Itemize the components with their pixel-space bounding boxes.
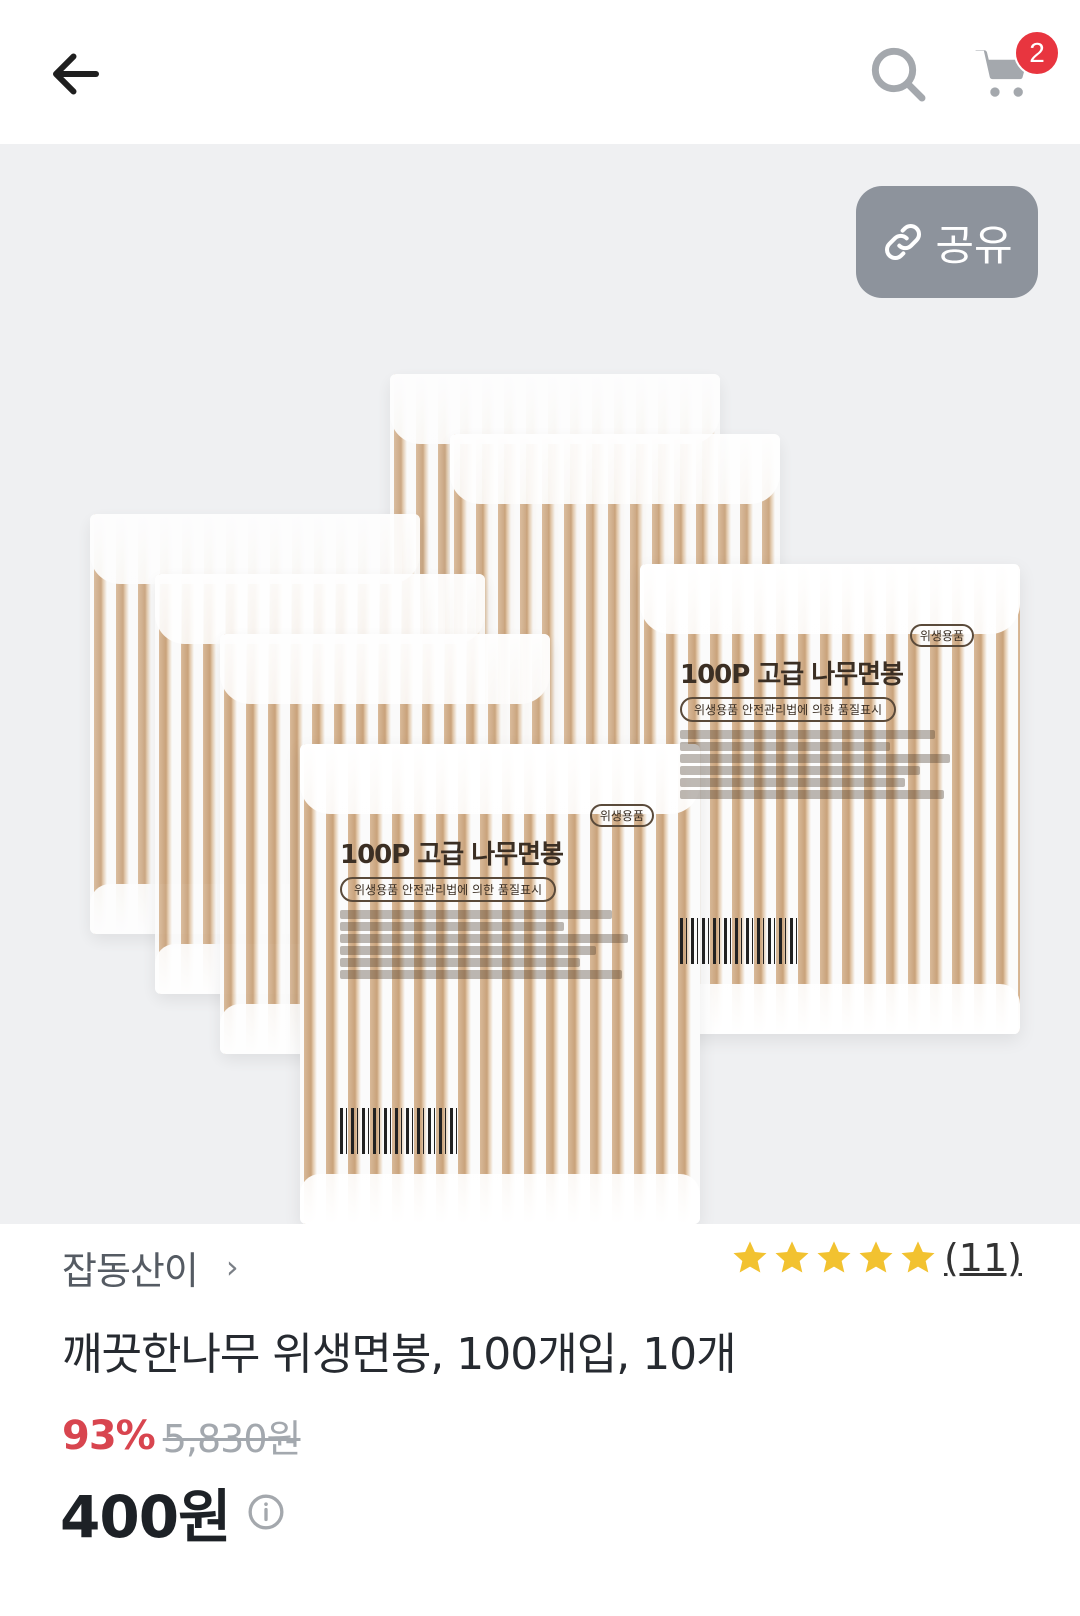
- pack-tag: 위생용품: [589, 804, 654, 827]
- final-price-row: 400원: [60, 1470, 286, 1554]
- top-bar: 2: [0, 0, 1080, 144]
- search-button[interactable]: [858, 34, 938, 114]
- pack-label: 위생용품 100P 고급 나무면봉 위생용품 안전관리법에 의한 품질표시: [340, 804, 660, 1154]
- pack-subtitle: 위생용품 안전관리법에 의한 품질표시: [680, 697, 897, 722]
- chevron-right-icon[interactable]: ›: [226, 1248, 239, 1286]
- star-icon: [901, 1241, 935, 1273]
- barcode: [340, 1108, 460, 1154]
- cart-count-badge: 2: [1014, 30, 1060, 76]
- link-icon: [885, 224, 922, 260]
- back-button[interactable]: [36, 34, 116, 114]
- pack-tag: 위생용품: [909, 624, 974, 647]
- seller-row: 잡동산이 › (11): [62, 1232, 1022, 1302]
- product-image[interactable]: 위생용품 100P 고급 나무면봉 위생용품 안전관리법에 의한 품질표시 위생…: [0, 144, 1080, 1224]
- star-icon: [859, 1241, 893, 1273]
- original-price: 5,830원: [162, 1417, 302, 1461]
- sale-price: 400원: [60, 1483, 231, 1551]
- share-button[interactable]: 공유: [856, 186, 1038, 298]
- pack-label: 위생용품 100P 고급 나무면봉 위생용품 안전관리법에 의한 품질표시: [680, 624, 980, 964]
- star-icon: [775, 1241, 809, 1273]
- pack-subtitle: 위생용품 안전관리법에 의한 품질표시: [340, 877, 557, 902]
- swab-pack: 위생용품 100P 고급 나무면봉 위생용품 안전관리법에 의한 품질표시: [300, 744, 700, 1224]
- star-icon: [817, 1241, 851, 1273]
- info-icon[interactable]: [246, 1492, 286, 1532]
- swab-pack: 위생용품 100P 고급 나무면봉 위생용품 안전관리법에 의한 품질표시: [640, 564, 1020, 1034]
- star-icon: [733, 1241, 767, 1273]
- discount-rate: 93%: [62, 1412, 156, 1459]
- pack-title: 100P 고급 나무면봉: [340, 840, 564, 870]
- share-label: 공유: [935, 220, 1013, 270]
- price-row: 93% 5,830원: [62, 1408, 301, 1463]
- rating[interactable]: (11): [730, 1236, 1022, 1280]
- arrow-left-icon: [53, 53, 99, 95]
- search-icon: [871, 47, 926, 102]
- seller-link[interactable]: 잡동산이: [62, 1240, 199, 1295]
- barcode: [680, 918, 800, 964]
- review-count-link[interactable]: (11): [944, 1236, 1022, 1280]
- product-title: 깨끗한나무 위생면봉, 100개입, 10개: [62, 1329, 737, 1380]
- pack-title: 100P 고급 나무면봉: [680, 660, 904, 690]
